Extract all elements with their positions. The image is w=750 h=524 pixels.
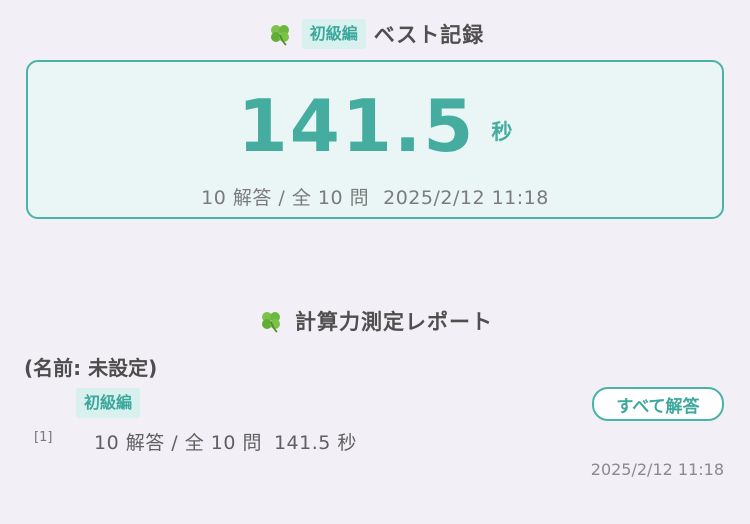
best-record-meta: 10 解答 / 全 10 問 2025/2/12 11:18 xyxy=(28,183,722,210)
entry-level-badge: 初級編 xyxy=(76,388,141,418)
show-all-answers-button[interactable]: すべて解答 xyxy=(592,387,724,421)
entry-datetime: 2025/2/12 11:18 xyxy=(590,460,724,479)
best-time-value: 141.5 xyxy=(237,84,476,168)
entry-index: [1] xyxy=(34,430,53,445)
best-record-header: 初級編 ベスト記録 xyxy=(0,14,750,54)
report-header: 計算力測定レポート xyxy=(0,303,750,339)
best-time: 141.5 秒 xyxy=(28,86,722,166)
report-title: 計算力測定レポート xyxy=(295,310,493,334)
best-answered-count: 10 解答 / 全 10 問 xyxy=(201,187,370,209)
entry-time: 141.5 秒 xyxy=(273,432,357,454)
best-datetime: 2025/2/12 11:18 xyxy=(383,187,549,209)
best-time-unit: 秒 xyxy=(491,120,513,144)
best-record-title: ベスト記録 xyxy=(373,23,485,47)
user-name-label: (名前: 未設定) xyxy=(24,356,158,380)
clover-icon xyxy=(266,20,294,48)
entry-answered-count: 10 解答 / 全 10 問 xyxy=(94,432,262,454)
level-badge: 初級編 xyxy=(301,19,366,49)
best-record-card: 141.5 秒 10 解答 / 全 10 問 2025/2/12 11:18 xyxy=(26,60,724,219)
clover-icon xyxy=(257,307,285,335)
entry-result: 10 解答 / 全 10 問 141.5 秒 xyxy=(94,428,357,455)
